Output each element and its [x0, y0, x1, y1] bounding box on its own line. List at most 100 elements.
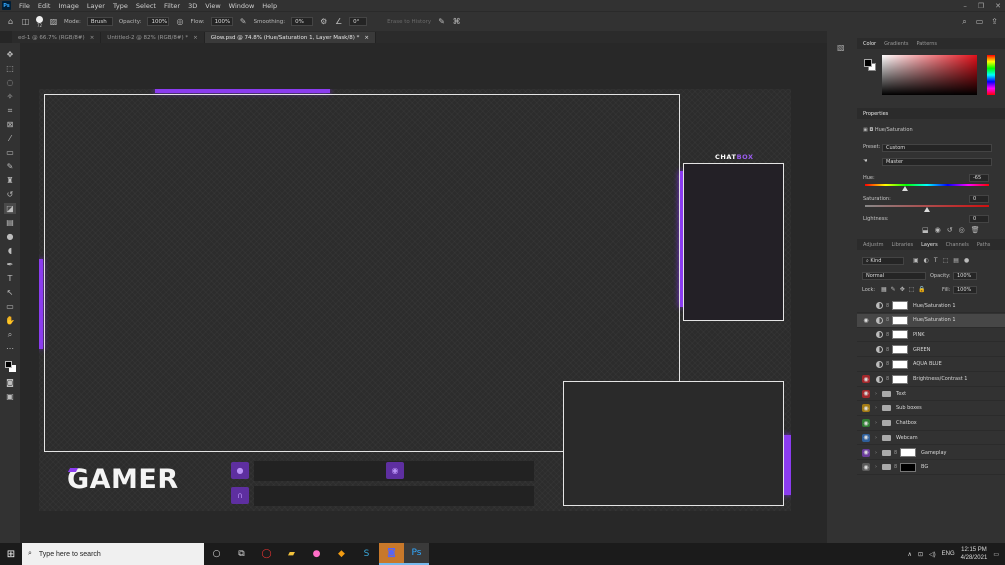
- layer-row[interactable]: ◉ › Webcam: [857, 431, 1005, 446]
- screen-mode-icon[interactable]: ▣: [4, 391, 16, 402]
- lock-all-icon[interactable]: 🔒: [918, 286, 925, 293]
- workspace-icon[interactable]: ▭: [975, 17, 984, 26]
- tab-adjustments[interactable]: Adjustm: [863, 242, 884, 248]
- layer-mask-thumbnail[interactable]: [892, 374, 908, 384]
- path-select-tool-icon[interactable]: ↖: [4, 287, 16, 298]
- zoom-tool-icon[interactable]: ⌕: [4, 329, 16, 340]
- visibility-icon[interactable]: ◎: [959, 226, 965, 234]
- erase-to-history-checkbox[interactable]: Erase to History: [387, 19, 431, 25]
- frame-tool-icon[interactable]: ⊠: [4, 119, 16, 130]
- brush-tool-icon[interactable]: ✎: [4, 161, 16, 172]
- quick-select-tool-icon[interactable]: ✧: [4, 91, 16, 102]
- taskbar-search[interactable]: ⌕ Type here to search: [22, 543, 204, 565]
- visibility-eye-icon[interactable]: ◉: [862, 404, 870, 413]
- link-icon[interactable]: 8: [886, 303, 890, 309]
- link-icon[interactable]: 8: [886, 332, 890, 338]
- layer-row[interactable]: 8 PINK: [857, 328, 1005, 343]
- menu-item-edit[interactable]: Edit: [34, 2, 55, 10]
- type-tool-icon[interactable]: T: [4, 273, 16, 284]
- visibility-eye-icon[interactable]: ◉: [862, 448, 870, 457]
- visibility-eye-icon[interactable]: ◉: [862, 316, 870, 324]
- expand-chevron-icon[interactable]: ›: [875, 391, 879, 397]
- tab-patterns[interactable]: Patterns: [916, 41, 937, 47]
- tab-libraries[interactable]: Libraries: [892, 242, 914, 248]
- visibility-eye-icon[interactable]: ◉: [862, 419, 870, 428]
- visibility-eye-icon[interactable]: ◉: [862, 389, 870, 398]
- menu-item-select[interactable]: Select: [132, 2, 160, 10]
- menu-item-type[interactable]: Type: [109, 2, 132, 10]
- group-mask-thumbnail[interactable]: [900, 448, 916, 457]
- shape-filter-icon[interactable]: ⬚: [943, 257, 949, 264]
- tab-color[interactable]: Color: [863, 41, 876, 47]
- menu-item-window[interactable]: Window: [225, 2, 259, 10]
- link-icon[interactable]: 8: [886, 376, 890, 382]
- layer-row[interactable]: ◉ › Chatbox: [857, 417, 1005, 431]
- language-indicator[interactable]: ENG: [942, 551, 955, 557]
- quick-mask-icon[interactable]: ◙: [4, 377, 16, 388]
- overlay-artboard[interactable]: CHATBOX GAMER ● ◉ ∩: [39, 89, 791, 511]
- hue-slider[interactable]: [865, 184, 989, 186]
- dodge-tool-icon[interactable]: ◖: [4, 245, 16, 256]
- type-filter-icon[interactable]: T: [934, 257, 938, 264]
- delete-icon[interactable]: 🗑: [971, 226, 980, 234]
- crop-tool-icon[interactable]: ⌗: [4, 105, 16, 116]
- photoshop-taskbar-icon[interactable]: Ps: [404, 543, 429, 565]
- pressure-size-icon[interactable]: ✎: [437, 17, 446, 26]
- lasso-tool-icon[interactable]: ◌: [4, 77, 16, 88]
- close-icon[interactable]: ×: [364, 35, 369, 41]
- tab-layers[interactable]: Layers: [921, 242, 938, 248]
- menu-item-layer[interactable]: Layer: [83, 2, 109, 10]
- saturation-slider-thumb[interactable]: [924, 207, 930, 212]
- close-icon[interactable]: ×: [90, 35, 95, 41]
- expand-chevron-icon[interactable]: ›: [875, 420, 879, 426]
- file-explorer-icon[interactable]: ▰: [279, 543, 304, 565]
- group-mask-thumbnail[interactable]: [900, 462, 916, 472]
- symmetry-icon[interactable]: ⌘: [452, 17, 461, 26]
- layer-mask-thumbnail[interactable]: [892, 330, 908, 340]
- document-tab-active[interactable]: Glow.psd @ 74.8% (Hue/Saturation 1, Laye…: [204, 32, 376, 43]
- link-icon[interactable]: 8: [886, 361, 890, 367]
- task-view-icon[interactable]: ⧉: [229, 543, 254, 565]
- opacity-field[interactable]: 100%: [147, 17, 170, 26]
- share-icon[interactable]: ⇪: [990, 17, 999, 26]
- home-icon[interactable]: ⌂: [6, 17, 15, 26]
- search-icon[interactable]: ⌕: [960, 17, 969, 26]
- gradient-tool-icon[interactable]: ▤: [4, 217, 16, 228]
- blur-tool-icon[interactable]: ●: [4, 231, 16, 242]
- cortana-icon[interactable]: ○: [204, 543, 229, 565]
- close-icon[interactable]: ✕: [995, 2, 1001, 10]
- eraser-tool-preset-icon[interactable]: ◫: [21, 17, 30, 26]
- volume-icon[interactable]: ◁): [929, 551, 936, 558]
- panel-dock-icon[interactable]: ▧: [837, 43, 845, 52]
- lock-transparent-icon[interactable]: ▦: [881, 286, 887, 293]
- tab-gradients[interactable]: Gradients: [884, 41, 908, 47]
- opera-icon[interactable]: ◯: [254, 543, 279, 565]
- healing-tool-icon[interactable]: ▭: [4, 147, 16, 158]
- link-icon[interactable]: 8: [886, 347, 890, 353]
- expand-chevron-icon[interactable]: ›: [875, 435, 879, 441]
- hue-slider-thumb[interactable]: [901, 186, 908, 191]
- history-brush-tool-icon[interactable]: ↺: [4, 189, 16, 200]
- clip-to-layer-icon[interactable]: ⬓: [922, 226, 929, 234]
- saturation-value[interactable]: 0: [969, 195, 989, 203]
- visibility-eye-icon[interactable]: ◉: [862, 433, 870, 442]
- app-icon-orange[interactable]: ◆: [329, 543, 354, 565]
- document-tab[interactable]: ed-1 @ 66.7% (RGB/8#) ×: [12, 32, 102, 43]
- brush-settings-icon[interactable]: ▨: [49, 17, 58, 26]
- menu-item-image[interactable]: Image: [54, 2, 82, 10]
- visibility-eye-icon[interactable]: ◉: [862, 463, 870, 472]
- skype-icon[interactable]: S: [354, 543, 379, 565]
- layer-row[interactable]: ◉ › Sub boxes: [857, 402, 1005, 416]
- layer-mask-thumbnail[interactable]: [892, 315, 908, 325]
- layer-mask-thumbnail[interactable]: [892, 301, 908, 310]
- reset-icon[interactable]: ↺: [947, 226, 953, 234]
- layer-kind-filter[interactable]: ⌕ Kind: [862, 257, 904, 265]
- close-icon[interactable]: ×: [193, 35, 198, 41]
- foreground-color-swatch[interactable]: [5, 361, 12, 368]
- blend-mode-select[interactable]: Normal: [862, 272, 926, 280]
- lock-pixels-icon[interactable]: ✎: [891, 286, 896, 293]
- hand-target-icon[interactable]: ☚: [863, 158, 867, 164]
- layer-row[interactable]: ◉ › 8 BG: [857, 461, 1005, 475]
- smart-object-filter-icon[interactable]: ▤: [953, 257, 959, 264]
- color-picker-field[interactable]: [882, 55, 977, 95]
